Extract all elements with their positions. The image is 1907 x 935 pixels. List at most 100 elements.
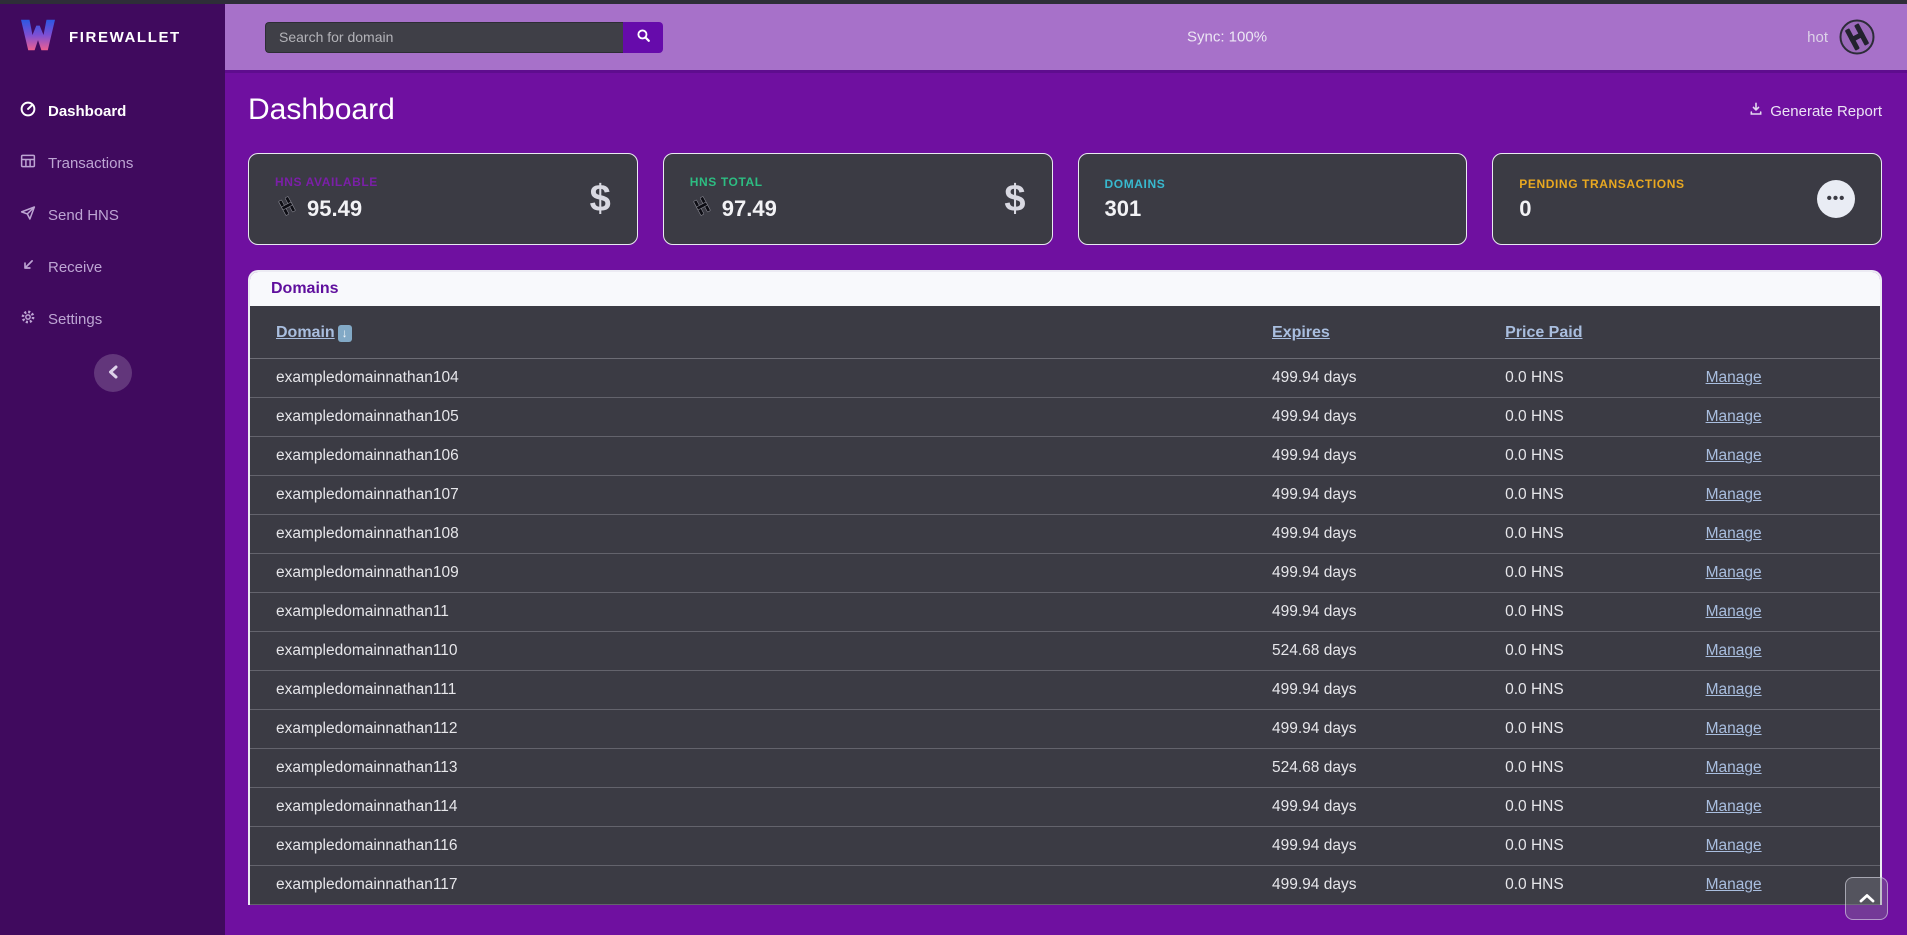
send-icon xyxy=(19,204,37,226)
manage-cell: Manage xyxy=(1706,749,1880,788)
dollar-icon: $ xyxy=(590,178,611,221)
domains-panel-title: Domains xyxy=(250,272,1880,306)
page-head: Dashboard Generate Report xyxy=(248,93,1882,127)
sort-by-price-paid[interactable]: Price Paid xyxy=(1505,324,1582,341)
pending-transactions-menu-button[interactable]: ••• xyxy=(1817,180,1855,218)
manage-cell: Manage xyxy=(1706,710,1880,749)
domain-cell: exampledomainnathan111 xyxy=(250,671,1272,710)
manage-cell: Manage xyxy=(1706,788,1880,827)
receive-icon xyxy=(19,256,37,278)
search-button[interactable] xyxy=(623,22,663,53)
table-row: exampledomainnathan116499.94 days0.0 HNS… xyxy=(250,827,1880,866)
price-paid-cell: 0.0 HNS xyxy=(1505,593,1705,632)
sidebar-item-receive[interactable]: Receive xyxy=(0,241,225,293)
stat-card-value: 95.49 xyxy=(307,196,362,222)
stat-card-text: HNS TOTAL 97.49 xyxy=(690,175,777,223)
manage-link[interactable]: Manage xyxy=(1706,837,1762,854)
sort-by-domain[interactable]: Domain xyxy=(276,324,335,341)
stat-card-value-row: 95.49 xyxy=(275,194,378,223)
manage-link[interactable]: Manage xyxy=(1706,798,1762,815)
page-title: Dashboard xyxy=(248,93,395,127)
sidebar-item-label: Transactions xyxy=(48,155,133,172)
generate-report-link[interactable]: Generate Report xyxy=(1748,101,1882,121)
header-row: Domain↓ Expires Price Paid xyxy=(250,306,1880,359)
price-paid-cell: 0.0 HNS xyxy=(1505,671,1705,710)
sidebar-nav: Dashboard Transactions Send HNS Receive xyxy=(0,85,225,345)
table-row: exampledomainnathan117499.94 days0.0 HNS… xyxy=(250,866,1880,905)
handshake-logo-icon[interactable] xyxy=(1838,18,1876,56)
expires-cell: 499.94 days xyxy=(1272,593,1505,632)
price-paid-cell: 0.0 HNS xyxy=(1505,710,1705,749)
manage-link[interactable]: Manage xyxy=(1706,720,1762,737)
manage-link[interactable]: Manage xyxy=(1706,876,1762,893)
column-header-domain: Domain↓ xyxy=(250,306,1272,359)
domains-table: Domain↓ Expires Price Paid exampledomain… xyxy=(250,306,1880,905)
manage-cell: Manage xyxy=(1706,632,1880,671)
domain-cell: exampledomainnathan114 xyxy=(250,788,1272,827)
manage-link[interactable]: Manage xyxy=(1706,486,1762,503)
sidebar-item-dashboard[interactable]: Dashboard xyxy=(0,85,225,137)
manage-link[interactable]: Manage xyxy=(1706,564,1762,581)
expires-cell: 499.94 days xyxy=(1272,866,1505,905)
manage-link[interactable]: Manage xyxy=(1706,642,1762,659)
scroll-to-top-button[interactable] xyxy=(1845,877,1888,920)
stat-cards-row: HNS AVAILABLE 95.49 $ HNS TOTAL xyxy=(248,153,1882,245)
table-row: exampledomainnathan105499.94 days0.0 HNS… xyxy=(250,398,1880,437)
table-row: exampledomainnathan109499.94 days0.0 HNS… xyxy=(250,554,1880,593)
sidebar-item-label: Send HNS xyxy=(48,207,119,224)
stat-card-text: HNS AVAILABLE 95.49 xyxy=(275,175,378,223)
domain-cell: exampledomainnathan11 xyxy=(250,593,1272,632)
domain-cell: exampledomainnathan113 xyxy=(250,749,1272,788)
domains-panel: Domains Domain↓ Expires xyxy=(248,270,1882,905)
generate-report-label: Generate Report xyxy=(1770,103,1882,120)
manage-link[interactable]: Manage xyxy=(1706,603,1762,620)
sidebar-item-label: Settings xyxy=(48,311,102,328)
manage-cell: Manage xyxy=(1706,593,1880,632)
stat-card-value-row: 0 xyxy=(1519,196,1684,222)
sidebar-item-send-hns[interactable]: Send HNS xyxy=(0,189,225,241)
manage-cell: Manage xyxy=(1706,554,1880,593)
domain-cell: exampledomainnathan108 xyxy=(250,515,1272,554)
domains-table-body: exampledomainnathan104499.94 days0.0 HNS… xyxy=(250,359,1880,905)
sidebar-item-settings[interactable]: Settings xyxy=(0,293,225,345)
sidebar-item-transactions[interactable]: Transactions xyxy=(0,137,225,189)
search-input[interactable] xyxy=(265,22,623,53)
stat-card-pending-transactions: PENDING TRANSACTIONS 0 ••• xyxy=(1492,153,1882,245)
stat-card-text: DOMAINS 301 xyxy=(1105,177,1166,222)
sort-by-expires[interactable]: Expires xyxy=(1272,324,1330,341)
manage-link[interactable]: Manage xyxy=(1706,759,1762,776)
table-row: exampledomainnathan107499.94 days0.0 HNS… xyxy=(250,476,1880,515)
chevron-left-icon xyxy=(107,365,119,382)
manage-link[interactable]: Manage xyxy=(1706,525,1762,542)
column-header-price-paid: Price Paid xyxy=(1505,306,1705,359)
expires-cell: 524.68 days xyxy=(1272,749,1505,788)
column-header-label: Domain xyxy=(276,324,335,341)
price-paid-cell: 0.0 HNS xyxy=(1505,437,1705,476)
chevron-up-icon xyxy=(1859,891,1875,906)
manage-link[interactable]: Manage xyxy=(1706,369,1762,386)
sidebar: FIREWALLET Dashboard Transactions Send H… xyxy=(0,4,225,935)
manage-link[interactable]: Manage xyxy=(1706,681,1762,698)
expires-cell: 499.94 days xyxy=(1272,788,1505,827)
stat-card-value-row: 301 xyxy=(1105,196,1166,222)
firewallet-w-logo-icon xyxy=(19,18,57,57)
manage-link[interactable]: Manage xyxy=(1706,408,1762,425)
price-paid-cell: 0.0 HNS xyxy=(1505,827,1705,866)
table-row: exampledomainnathan113524.68 days0.0 HNS… xyxy=(250,749,1880,788)
price-paid-cell: 0.0 HNS xyxy=(1505,515,1705,554)
sidebar-collapse-button[interactable] xyxy=(94,354,132,392)
column-header-expires: Expires xyxy=(1272,306,1505,359)
stat-card-text: PENDING TRANSACTIONS 0 xyxy=(1519,177,1684,222)
domain-cell: exampledomainnathan106 xyxy=(250,437,1272,476)
price-paid-cell: 0.0 HNS xyxy=(1505,788,1705,827)
manage-link[interactable]: Manage xyxy=(1706,447,1762,464)
sync-status: Sync: 100% xyxy=(1187,29,1267,46)
manage-cell: Manage xyxy=(1706,359,1880,398)
expires-cell: 499.94 days xyxy=(1272,398,1505,437)
stat-card-value: 301 xyxy=(1105,196,1142,222)
top-header: Sync: 100% hot xyxy=(225,4,1907,73)
manage-cell: Manage xyxy=(1706,827,1880,866)
brand: FIREWALLET xyxy=(0,4,225,69)
app-title: FIREWALLET xyxy=(69,29,181,46)
gauge-icon xyxy=(19,100,37,122)
